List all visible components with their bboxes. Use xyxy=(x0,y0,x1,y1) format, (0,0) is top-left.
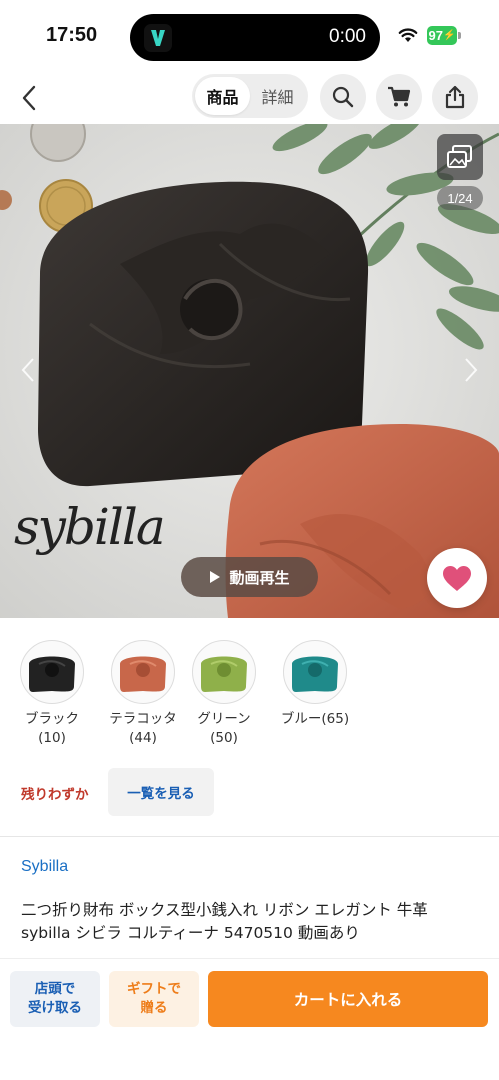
cart-icon xyxy=(388,86,411,107)
battery-indicator: 97 ⚡ xyxy=(427,26,457,45)
add-to-cart-button[interactable]: カートに入れる xyxy=(208,971,488,1027)
app-activity-icon xyxy=(144,24,172,52)
color-name: テラコッタ xyxy=(109,711,177,727)
status-time: 17:50 xyxy=(46,24,98,46)
color-count: (50) xyxy=(210,730,238,746)
color-count: (10) xyxy=(38,730,66,746)
brand-logo-text: sybilla xyxy=(14,498,164,556)
color-option-blue[interactable]: ブルー(65) xyxy=(270,640,360,729)
color-thumb xyxy=(20,640,84,704)
battery-nub xyxy=(458,32,461,39)
play-icon xyxy=(210,571,221,583)
share-button[interactable] xyxy=(432,74,478,120)
color-count: (44) xyxy=(129,730,157,746)
brand-link[interactable]: Sybilla xyxy=(21,858,68,876)
color-thumb xyxy=(111,640,175,704)
gallery-button[interactable] xyxy=(437,134,483,180)
color-option-green[interactable]: グリーン (50) xyxy=(179,640,269,748)
sybilla-logo: sybilla xyxy=(14,498,166,556)
gift-button[interactable]: ギフトで 贈る xyxy=(109,971,199,1027)
gallery-icon xyxy=(447,145,472,168)
color-option-terracotta[interactable]: テラコッタ (44) xyxy=(98,640,188,748)
chevron-left-icon xyxy=(22,85,36,111)
cart-button[interactable] xyxy=(376,74,422,120)
product-photo: sybilla xyxy=(0,124,499,618)
island-timer: 0:00 xyxy=(329,26,366,47)
heart-icon xyxy=(443,565,471,591)
wifi-icon xyxy=(398,28,418,42)
status-bar: 17:50 0:00 97 ⚡ xyxy=(0,0,499,72)
low-stock-label: 残りわずか xyxy=(21,787,89,803)
bottom-action-bar: 店頭で 受け取る ギフトで 贈る カートに入れる xyxy=(0,958,499,1080)
image-counter: 1/24 xyxy=(437,186,483,210)
search-button[interactable] xyxy=(320,74,366,120)
chevron-right-icon xyxy=(465,358,478,382)
view-list-button[interactable]: 一覧を見る xyxy=(108,768,214,816)
color-name: ブラック xyxy=(25,711,79,727)
color-thumb xyxy=(192,640,256,704)
product-detail-toggle: 商品 詳細 xyxy=(192,74,308,118)
share-icon xyxy=(445,85,465,109)
divider xyxy=(0,836,499,837)
favorite-button[interactable] xyxy=(427,548,487,608)
nav-bar: 商品 詳細 xyxy=(0,72,499,124)
next-image-button[interactable] xyxy=(461,352,481,388)
color-thumb xyxy=(283,640,347,704)
product-image-carousel[interactable]: sybilla 1/24 動画再生 xyxy=(0,124,499,618)
product-title: 二つ折り財布 ボックス型小銭入れ リボン エレガント 牛革 sybilla シビ… xyxy=(21,901,428,942)
back-button[interactable] xyxy=(14,80,44,116)
play-video-button[interactable]: 動画再生 xyxy=(181,557,318,597)
color-option-black[interactable]: ブラック (10) xyxy=(7,640,97,748)
color-name: ブルー(65) xyxy=(280,711,350,727)
battery-level: 97 xyxy=(428,28,443,43)
tab-detail[interactable]: 詳細 xyxy=(250,77,305,115)
chevron-left-icon xyxy=(21,358,34,382)
dynamic-island: 0:00 xyxy=(130,14,380,61)
tab-product[interactable]: 商品 xyxy=(195,77,250,115)
color-name: グリーン xyxy=(197,711,251,727)
play-video-label: 動画再生 xyxy=(229,568,290,587)
prev-image-button[interactable] xyxy=(18,352,38,388)
store-pickup-button[interactable]: 店頭で 受け取る xyxy=(10,971,100,1027)
search-icon xyxy=(332,86,354,108)
color-variations: ブラック (10) テラコッタ (44) グリーン (50) ブルー(65) xyxy=(0,640,499,760)
